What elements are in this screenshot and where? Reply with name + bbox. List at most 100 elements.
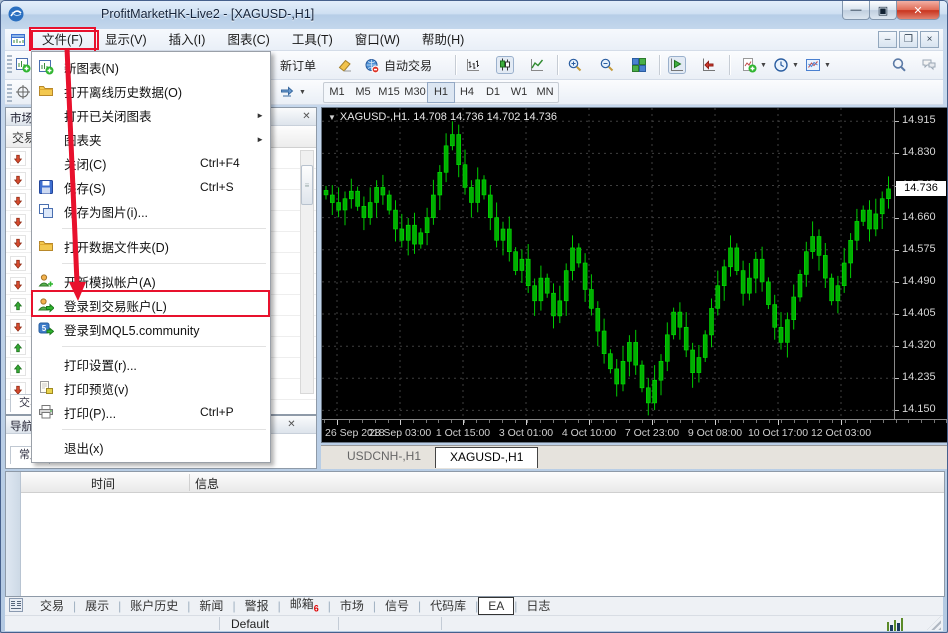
menu-窗口(W)[interactable]: 窗口(W) [344,29,411,51]
save-picture-icon [38,203,64,219]
menubar-items: 文件(F)显示(V)插入(I)图表(C)工具(T)窗口(W)帮助(H) [31,29,475,51]
mdi-close-button[interactable]: × [920,31,939,48]
bar-chart-icon[interactable] [465,57,481,73]
tile-windows-icon[interactable] [631,57,647,73]
file-menu-item-12[interactable]: 打印设置(r)... [32,352,270,376]
minimize-button[interactable]: — [842,1,870,20]
terminal-tab-警报[interactable]: 警报 [236,598,278,614]
file-menu-item-2[interactable]: 打开离线历史数据(O) [32,79,270,103]
menu-工具(T)[interactable]: 工具(T) [281,29,344,51]
timeframe-W1[interactable]: W1 [506,83,532,102]
zoom-in-icon[interactable] [567,57,583,73]
file-menu-item-8[interactable]: 打开数据文件夹(D) [32,234,270,258]
timeframe-D1[interactable]: D1 [480,83,506,102]
terminal-tab-市场[interactable]: 市场 [331,598,373,614]
save-icon [38,179,64,195]
file-menu-item-1[interactable]: 新图表(N) [32,55,270,79]
time-tick-label: 7 Oct 23:00 [616,427,688,439]
price-scale[interactable]: 14.91514.83014.74514.66014.57514.49014.4… [894,108,947,419]
minor-tick [375,420,376,423]
crosshair-icon[interactable] [15,84,31,100]
chart-tab-XAGUSD-,H1[interactable]: XAGUSD-,H1 [435,447,538,468]
terminal-tab-新闻[interactable]: 新闻 [190,598,232,614]
file-menu-item-10[interactable]: 登录到交易账户(L) [32,293,270,317]
timeframe-M15[interactable]: M15 [376,83,402,102]
toolbar-grip[interactable] [7,55,12,75]
periods-icon[interactable] [773,57,789,73]
chat-icon[interactable] [921,57,937,73]
timeframe-M1[interactable]: M1 [324,83,350,102]
minor-tick [654,420,655,423]
periods-dropdown-arrow[interactable]: ▼ [792,62,799,69]
file-menu-item-11[interactable]: 5登录到MQL5.community [32,317,270,341]
timeframe-M30[interactable]: M30 [402,83,428,102]
timeframe-MN[interactable]: MN [532,83,558,102]
menu-显示(V)[interactable]: 显示(V) [94,29,158,51]
timeframe-H4[interactable]: H4 [454,83,480,102]
close-button[interactable]: ✕ [896,1,940,20]
search-icon[interactable] [891,57,907,73]
timeframe-M5[interactable]: M5 [350,83,376,102]
terminal-tab-信号[interactable]: 信号 [376,598,418,614]
templates-icon[interactable] [805,57,821,73]
profile-name[interactable]: Default [231,617,269,631]
market-watch-scrollbar[interactable]: ≡ [300,150,314,394]
column-separator[interactable] [189,474,190,491]
major-tick [715,420,716,425]
indicators-icon[interactable] [741,57,757,73]
menu-帮助(H)[interactable]: 帮助(H) [411,29,475,51]
file-menu-item-5[interactable]: 关闭(C)Ctrl+F4 [32,151,270,175]
file-menu-item-3[interactable]: 打开已关闭图表► [32,103,270,127]
resize-grip[interactable] [927,616,941,630]
chart-tab-USDCNH-,H1[interactable]: USDCNH-,H1 [333,447,435,468]
market-watch-close-icon[interactable]: ✕ [300,110,313,123]
title-bar[interactable]: ProfitMarketHK-Live2 - [XAGUSD-,H1] — ▣ … [1,1,947,29]
templates-dropdown-arrow[interactable]: ▼ [824,62,831,69]
scrollbar-thumb[interactable]: ≡ [301,165,313,205]
timeframe-H1[interactable]: H1 [428,83,454,102]
chart-window-icon[interactable] [10,32,26,48]
menu-图表(C)[interactable]: 图表(C) [216,29,280,51]
file-menu-item-4[interactable]: 图表夹► [32,127,270,151]
terminal-tab-代码库[interactable]: 代码库 [421,598,475,614]
candlestick-icon[interactable] [497,57,513,73]
file-menu-item-7[interactable]: 保存为图片(i)... [32,199,270,223]
restore-button[interactable]: ▣ [869,1,897,20]
chart-collapse-icon[interactable]: ▼ [328,113,336,122]
terminal-tab-账户历史[interactable]: 账户历史 [121,598,187,614]
file-menu-item-9[interactable]: 开新模拟帐户(A) [32,269,270,293]
line-chart-icon[interactable] [529,57,545,73]
file-menu-item-15[interactable]: 退出(x) [32,435,270,459]
mdi-restore-button[interactable]: ❒ [899,31,918,48]
mdi-minimize-button[interactable]: – [878,31,897,48]
auto-trading-button[interactable]: 自动交易 [359,54,437,77]
shift-right-icon[interactable] [701,57,717,73]
terminal-tab-日志[interactable]: 日志 [517,598,559,614]
terminal-tab-交易[interactable]: 交易 [31,598,73,614]
indicators-dropdown-arrow[interactable]: ▼ [760,62,767,69]
terminal-tab-EA[interactable]: EA [478,597,514,615]
shift-end-icon[interactable] [669,57,685,73]
terminal-toggle-icon[interactable] [8,597,25,614]
zoom-out-icon[interactable] [599,57,615,73]
connection-bars-icon [887,617,904,631]
time-scale[interactable]: 26 Sep 201828 Sep 03:001 Oct 15:003 Oct … [322,419,947,442]
chart-plot-area[interactable]: ▼XAGUSD-,H1. 14.708 14.736 14.702 14.736 [322,108,894,419]
new-order-button[interactable]: 新订单 [275,54,321,77]
file-menu-item-13[interactable]: 打印预览(v) [32,376,270,400]
navigator-close-icon[interactable]: ✕ [285,418,298,431]
menu-插入(I)[interactable]: 插入(I) [158,29,217,51]
eraser-icon[interactable] [337,57,353,73]
time-column-header[interactable]: 时间 [91,475,115,492]
terminal-tab-邮箱[interactable]: 邮箱6 [281,596,328,616]
terminal-tab-展示[interactable]: 展示 [76,598,118,614]
menu-文件(F)[interactable]: 文件(F) [31,29,94,51]
new-chart-icon[interactable] [15,57,31,73]
file-menu-item-14[interactable]: 打印(P)...Ctrl+P [32,400,270,424]
message-column-header[interactable]: 信息 [195,475,219,492]
file-menu-item-6[interactable]: 保存(S)Ctrl+S [32,175,270,199]
sync-icon[interactable] [279,84,295,100]
sync-dropdown-arrow[interactable]: ▼ [299,89,306,96]
toolbar-grip[interactable] [7,84,12,104]
status-divider [338,617,339,630]
